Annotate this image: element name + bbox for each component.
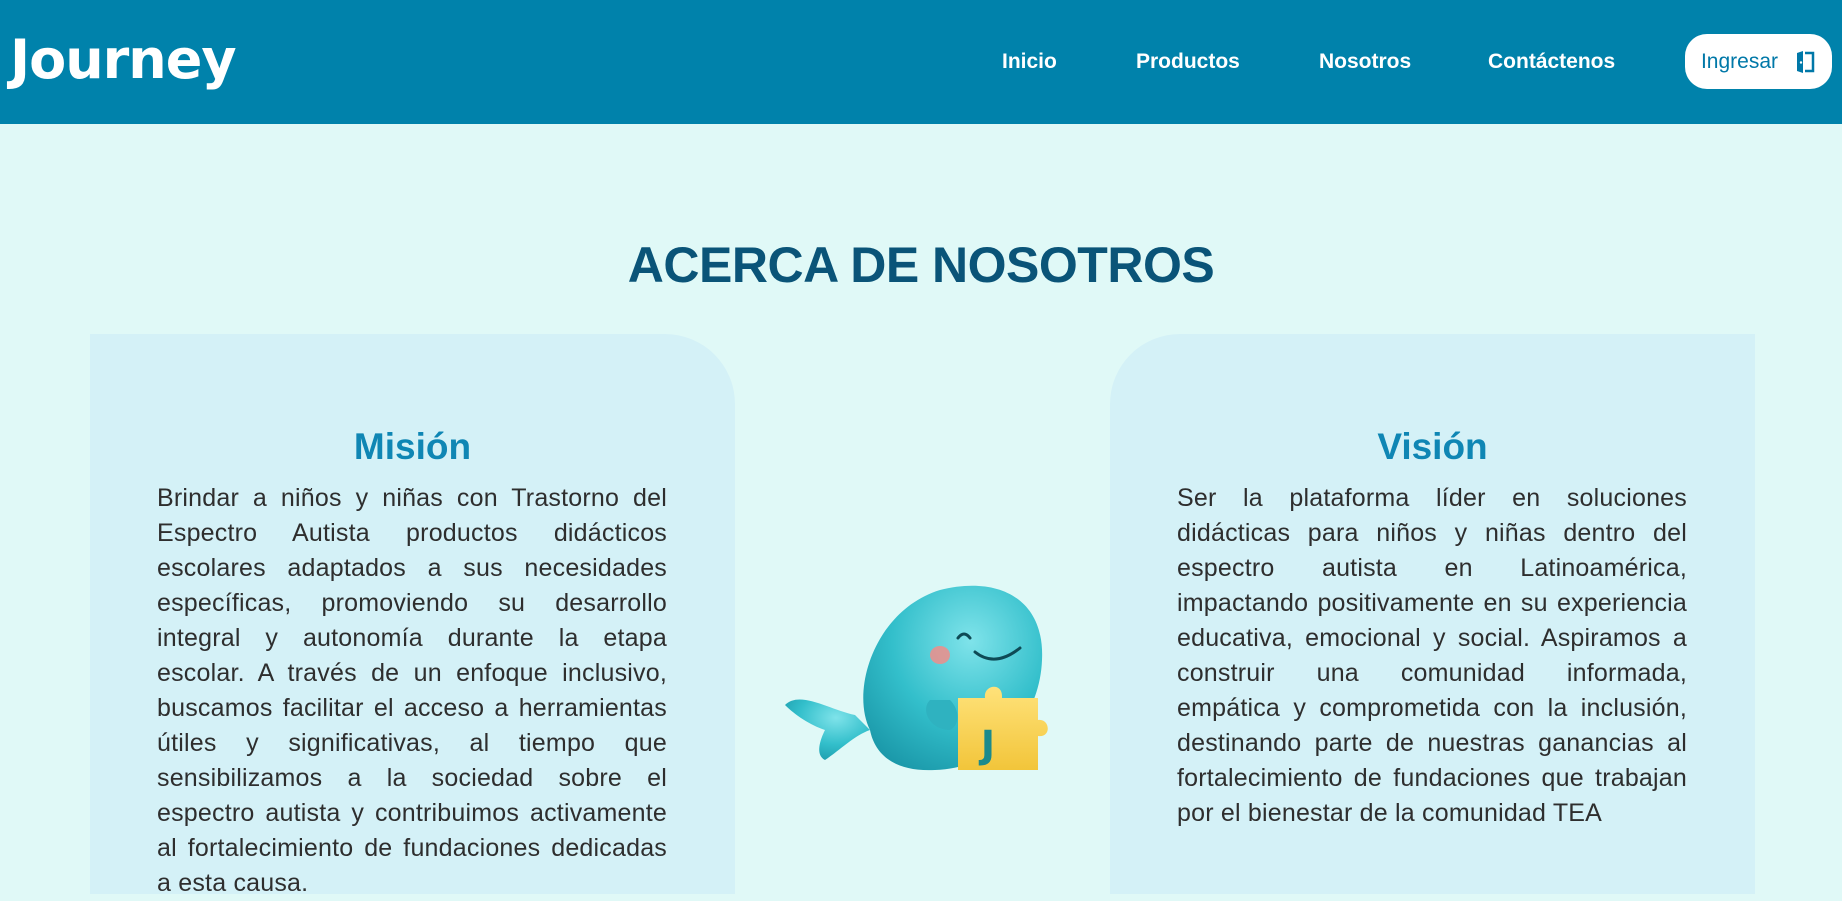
whale-mascot-icon: J <box>780 540 1070 790</box>
puzzle-letter: J <box>978 723 995 767</box>
nav-link-contactenos[interactable]: Contáctenos <box>1488 48 1615 76</box>
mission-text: Brindar a niños y niñas con Trastorno de… <box>157 484 667 897</box>
door-exit-icon <box>1794 50 1816 74</box>
login-button-label: Ingresar <box>1700 49 1779 73</box>
login-button[interactable]: Ingresar <box>1685 34 1832 89</box>
main-nav: Inicio Productos Nosotros Contáctenos <box>0 0 1842 124</box>
nav-link-inicio[interactable]: Inicio <box>1002 48 1057 76</box>
vision-title: Visión <box>1377 425 1488 467</box>
vision-text: Ser la plataforma líder en soluciones di… <box>1177 484 1687 827</box>
mission-title: Misión <box>353 425 472 467</box>
nav-link-productos[interactable]: Productos <box>1136 48 1240 76</box>
nav-link-nosotros[interactable]: Nosotros <box>1319 48 1411 76</box>
page-title: ACERCA DE NOSOTROS <box>627 236 1215 293</box>
top-navbar: Journey Inicio Productos Nosotros Contác… <box>0 0 1842 124</box>
